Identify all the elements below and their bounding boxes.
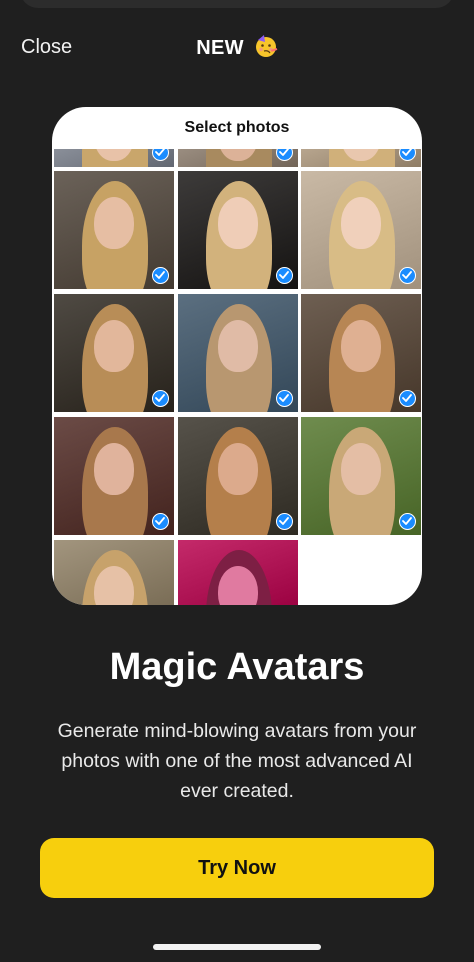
selected-checkmark-icon xyxy=(276,390,293,407)
headline: Magic Avatars xyxy=(109,646,365,688)
selected-checkmark-icon xyxy=(152,513,169,530)
header: Close NEW xyxy=(0,28,474,68)
selected-checkmark-icon xyxy=(276,267,293,284)
photo-thumbnail[interactable] xyxy=(301,417,421,535)
portrait-face xyxy=(94,197,134,249)
selected-checkmark-icon xyxy=(152,267,169,284)
photo-selection-card: Select photos xyxy=(52,107,422,605)
photo-thumbnail[interactable] xyxy=(54,149,174,167)
photo-thumbnail[interactable] xyxy=(54,417,174,535)
photo-thumbnail[interactable] xyxy=(54,540,174,605)
photo-thumbnail[interactable] xyxy=(301,294,421,412)
photo-thumbnail[interactable] xyxy=(178,417,298,535)
photo-thumbnail[interactable] xyxy=(54,171,174,289)
header-title: NEW xyxy=(0,34,474,60)
photo-thumbnail[interactable] xyxy=(301,149,421,167)
selected-checkmark-icon xyxy=(399,390,416,407)
portrait-face xyxy=(218,443,258,495)
selected-checkmark-icon xyxy=(399,267,416,284)
card-title: Select photos xyxy=(184,119,290,136)
description: Generate mind-blowing avatars from your … xyxy=(57,720,417,802)
portrait-face xyxy=(218,197,258,249)
portrait-face xyxy=(341,197,381,249)
photo-thumbnail[interactable] xyxy=(178,171,298,289)
photo-thumbnail[interactable] xyxy=(178,149,298,167)
selected-checkmark-icon xyxy=(152,390,169,407)
portrait-face xyxy=(341,443,381,495)
new-label: NEW xyxy=(196,37,244,59)
photo-thumbnail[interactable] xyxy=(178,540,298,605)
selected-checkmark-icon xyxy=(399,513,416,530)
home-indicator xyxy=(153,944,321,950)
photo-thumbnail[interactable] xyxy=(54,294,174,412)
portrait-face xyxy=(218,320,258,372)
photo-thumbnail[interactable] xyxy=(178,294,298,412)
partying-face-icon xyxy=(255,35,278,57)
photo-grid xyxy=(52,149,422,605)
selected-checkmark-icon xyxy=(276,513,293,530)
portrait-face xyxy=(94,443,134,495)
previous-sheet-peek xyxy=(20,0,454,8)
try-now-button[interactable]: Try Now xyxy=(40,838,434,898)
portrait-face xyxy=(94,320,134,372)
portrait-face xyxy=(341,320,381,372)
photo-thumbnail[interactable] xyxy=(301,171,421,289)
